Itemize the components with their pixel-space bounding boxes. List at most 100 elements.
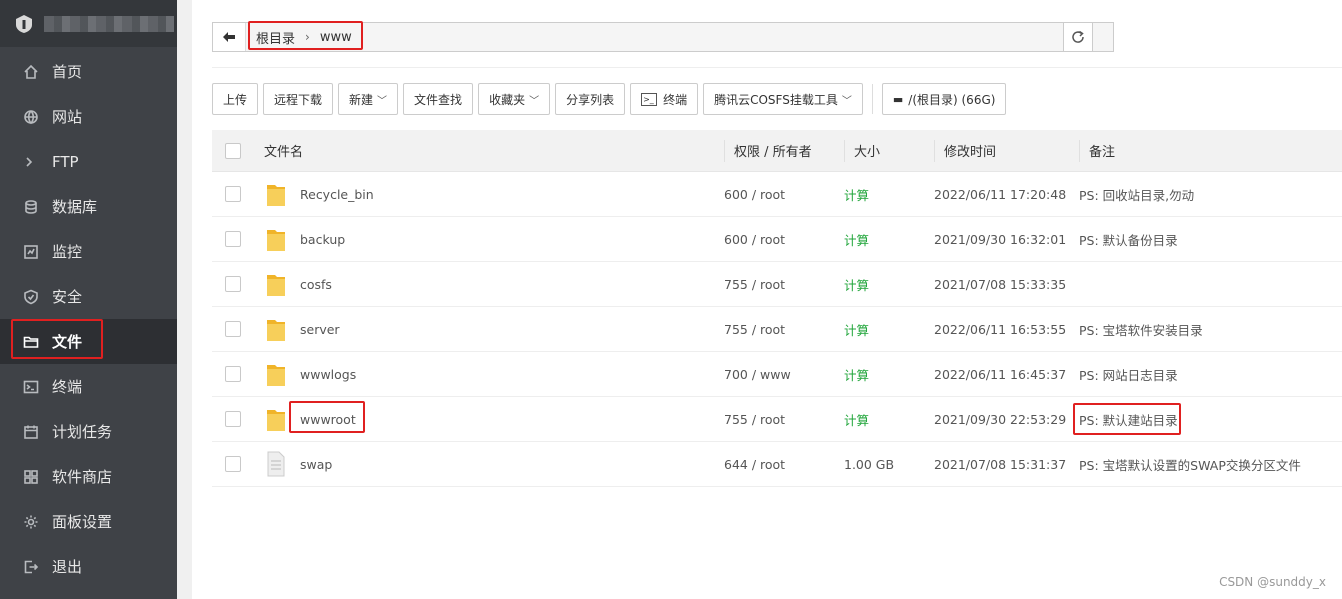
- select-all-checkbox[interactable]: [225, 142, 241, 159]
- file-name[interactable]: cosfs: [300, 277, 332, 292]
- row-name-cell: swap: [254, 451, 724, 477]
- file-name[interactable]: server: [300, 322, 340, 337]
- header-size[interactable]: 大小: [844, 130, 934, 172]
- breadcrumb-root[interactable]: 根目录: [256, 28, 295, 47]
- sidebar-item-label: 网站: [52, 108, 83, 126]
- row-mtime: 2022/06/11 16:45:37: [934, 366, 1067, 382]
- arrow-left-icon: [223, 32, 235, 42]
- sidebar-item-label: 安全: [52, 288, 83, 306]
- row-size[interactable]: 计算: [844, 365, 934, 384]
- table-row[interactable]: wwwroot 755 / root 计算 2021/09/30 22:53:29 PS…: [212, 397, 1342, 442]
- header-note: 备注: [1079, 130, 1342, 172]
- upload-label: 上传: [223, 92, 248, 107]
- row-size[interactable]: 计算: [844, 410, 934, 429]
- row-perm[interactable]: 644 / root: [724, 457, 844, 472]
- sidebar-item-database[interactable]: 数据库: [0, 184, 177, 229]
- row-name-cell: wwwroot: [254, 406, 724, 432]
- row-name-cell: Recycle_bin: [254, 181, 724, 207]
- sidebar-item-cron[interactable]: 计划任务: [0, 409, 177, 454]
- row-perm[interactable]: 700 / www: [724, 367, 844, 382]
- row-mtime: 2021/07/08 15:31:37: [934, 456, 1067, 472]
- row-note[interactable]: PS: 回收站目录,勿动: [1079, 185, 1342, 204]
- sidebar-item-home[interactable]: 首页: [0, 49, 177, 94]
- disk-button[interactable]: ▬ /(根目录) (66G): [881, 83, 1007, 115]
- header-perm[interactable]: 权限 / 所有者: [724, 130, 844, 172]
- row-checkbox[interactable]: [225, 411, 241, 427]
- sidebar-item-label: 计划任务: [52, 423, 113, 441]
- row-name-cell: server: [254, 316, 724, 342]
- sidebar-item-website[interactable]: 网站: [0, 94, 177, 139]
- back-button[interactable]: [213, 23, 246, 51]
- header-name[interactable]: 文件名: [254, 130, 724, 172]
- path-bar: 根目录 › www: [212, 22, 1114, 52]
- row-note[interactable]: PS: 宝塔默认设置的SWAP交换分区文件: [1079, 455, 1342, 474]
- row-checkbox[interactable]: [225, 366, 241, 382]
- row-checkbox[interactable]: [225, 456, 241, 472]
- table-row[interactable]: wwwlogs 700 / www 计算 2022/06/11 16:45:37 PS:…: [212, 352, 1342, 397]
- row-perm[interactable]: 755 / root: [724, 412, 844, 427]
- folder-icon: [267, 410, 285, 431]
- sidebar-item-label: 软件商店: [52, 468, 113, 486]
- table-row[interactable]: Recycle_bin 600 / root 计算 2022/06/11 17:20:…: [212, 172, 1342, 217]
- row-checkbox-cell: [212, 231, 254, 247]
- row-note[interactable]: PS: 默认备份目录: [1079, 230, 1342, 249]
- sidebar-item-store[interactable]: 软件商店: [0, 454, 177, 499]
- select-all-cell: [212, 142, 254, 159]
- row-perm[interactable]: 755 / root: [724, 322, 844, 337]
- row-checkbox[interactable]: [225, 186, 241, 202]
- sidebar-item-settings[interactable]: 面板设置: [0, 499, 177, 544]
- row-size[interactable]: 计算: [844, 185, 934, 204]
- row-note[interactable]: PS: 默认建站目录: [1079, 410, 1342, 429]
- terminal-button[interactable]: >_ 终端: [630, 83, 699, 115]
- sidebar-item-terminal[interactable]: 终端: [0, 364, 177, 409]
- row-perm[interactable]: 600 / root: [724, 232, 844, 247]
- row-checkbox[interactable]: [225, 276, 241, 292]
- favorites-dropdown-button[interactable]: 收藏夹 ﹀: [478, 83, 551, 115]
- row-note[interactable]: PS: 网站日志目录: [1079, 365, 1342, 384]
- remote-download-button[interactable]: 远程下载: [263, 83, 334, 115]
- share-list-button[interactable]: 分享列表: [555, 83, 626, 115]
- row-checkbox[interactable]: [225, 321, 241, 337]
- new-dropdown-button[interactable]: 新建 ﹀: [338, 83, 399, 115]
- sidebar-item-ftp[interactable]: FTP: [0, 139, 177, 184]
- row-size[interactable]: 计算: [844, 230, 934, 249]
- share-list-label: 分享列表: [566, 92, 615, 107]
- home-icon: [22, 63, 40, 81]
- upload-button[interactable]: 上传: [212, 83, 259, 115]
- sidebar-item-label: 退出: [52, 558, 83, 576]
- row-checkbox-cell: [212, 411, 254, 427]
- table-row[interactable]: backup 600 / root 计算 2021/09/30 16:32:01 PS:…: [212, 217, 1342, 262]
- header-mtime[interactable]: 修改时间: [934, 130, 1079, 172]
- file-name[interactable]: swap: [300, 457, 332, 472]
- main-panel: 根目录 › www 上传 远程下载 新建 ﹀ 文件查找 收藏夹 ﹀ 分享列表 >_ 终…: [192, 0, 1342, 599]
- sidebar-item-files[interactable]: 文件: [0, 319, 177, 364]
- sidebar-item-logout[interactable]: 退出: [0, 544, 177, 589]
- file-name[interactable]: wwwlogs: [300, 367, 356, 382]
- terminal-label: 终端: [663, 92, 688, 107]
- row-perm[interactable]: 600 / root: [724, 187, 844, 202]
- new-label: 新建: [349, 92, 374, 107]
- file-search-button[interactable]: 文件查找: [403, 83, 474, 115]
- refresh-button[interactable]: [1063, 22, 1093, 52]
- row-mtime: 2021/09/30 16:32:01: [934, 231, 1067, 247]
- breadcrumb-current[interactable]: www: [320, 30, 352, 45]
- table-row[interactable]: cosfs 755 / root 计算 2021/07/08 15:33:35: [212, 262, 1342, 307]
- table-row[interactable]: server 755 / root 计算 2022/06/11 16:53:55 PS:…: [212, 307, 1342, 352]
- sidebar-item-monitor[interactable]: 监控: [0, 229, 177, 274]
- table-body: Recycle_bin 600 / root 计算 2022/06/11 17:20:…: [212, 172, 1342, 487]
- cosfs-tool-dropdown-button[interactable]: 腾讯云COSFS挂载工具 ﹀: [703, 83, 863, 115]
- table-row[interactable]: swap 644 / root 1.00 GB 2021/07/08 15:31:37…: [212, 442, 1342, 487]
- row-size[interactable]: 计算: [844, 275, 934, 294]
- file-name[interactable]: backup: [300, 232, 345, 247]
- row-checkbox[interactable]: [225, 231, 241, 247]
- row-size[interactable]: 计算: [844, 320, 934, 339]
- file-name[interactable]: Recycle_bin: [300, 187, 374, 202]
- sidebar-item-security[interactable]: 安全: [0, 274, 177, 319]
- file-name[interactable]: wwwroot: [300, 412, 356, 427]
- row-perm[interactable]: 755 / root: [724, 277, 844, 292]
- row-name-cell: wwwlogs: [254, 361, 724, 387]
- folder-icon: [267, 365, 285, 386]
- row-note[interactable]: PS: 宝塔软件安装目录: [1079, 320, 1342, 339]
- folder-icon: [267, 275, 285, 296]
- sidebar-item-label: 监控: [52, 243, 83, 261]
